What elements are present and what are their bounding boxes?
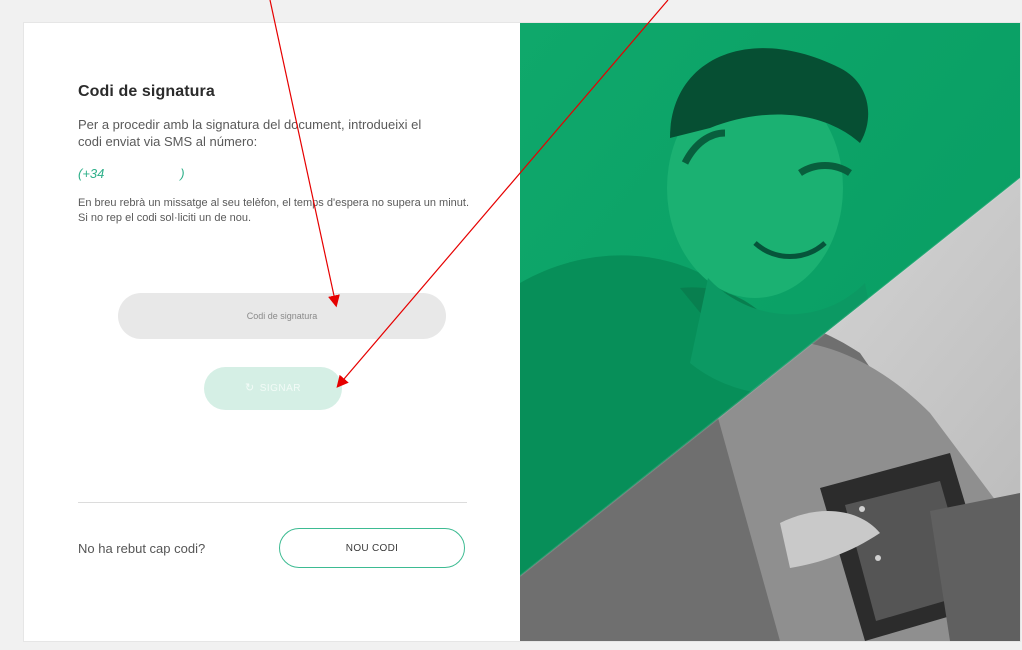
signature-card: Codi de signatura Per a procedir amb la … bbox=[24, 23, 1020, 641]
no-code-question: No ha rebut cap codi? bbox=[78, 541, 206, 556]
wait-notice: En breu rebrà un missatge al seu telèfon… bbox=[78, 197, 469, 224]
page-title: Codi de signatura bbox=[78, 83, 215, 100]
signature-form-panel: Codi de signatura Per a procedir amb la … bbox=[24, 23, 520, 641]
new-code-button[interactable]: NOU CODI bbox=[279, 528, 465, 568]
masked-phone-number: (+34 ) bbox=[78, 166, 185, 181]
signature-code-page: Codi de signatura Per a procedir amb la … bbox=[0, 0, 1022, 650]
section-divider bbox=[78, 502, 467, 503]
hero-image-panel bbox=[520, 23, 1020, 641]
student-with-tablet-image bbox=[520, 23, 1020, 641]
sign-button[interactable]: ↻ SIGNAR bbox=[204, 367, 342, 410]
sms-instructions: Per a procedir amb la signatura del docu… bbox=[78, 117, 422, 149]
sign-button-label: SIGNAR bbox=[259, 383, 302, 394]
signature-code-input[interactable] bbox=[118, 293, 446, 339]
refresh-icon: ↻ bbox=[244, 382, 255, 394]
